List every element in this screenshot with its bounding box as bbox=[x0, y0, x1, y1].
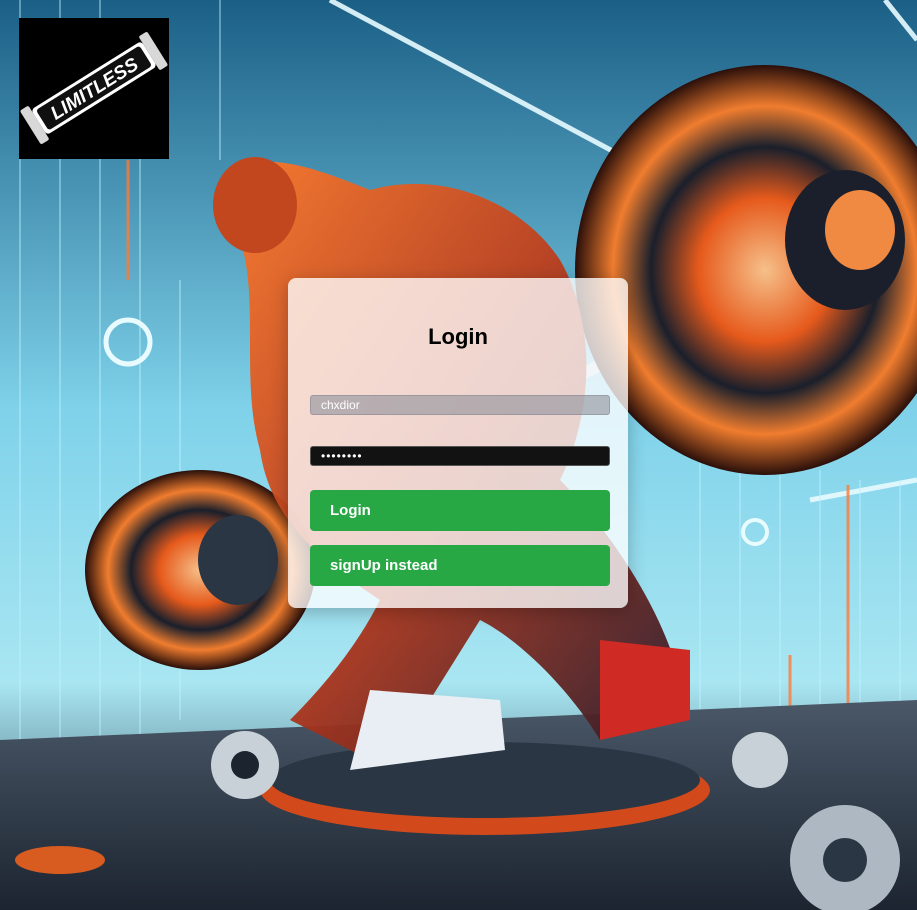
dumbbell-icon: LIMITLESS bbox=[20, 32, 168, 144]
password-input[interactable] bbox=[310, 446, 610, 466]
limitless-logo: LIMITLESS bbox=[19, 18, 169, 159]
login-card: Login Login signUp instead bbox=[288, 278, 628, 608]
username-input[interactable] bbox=[310, 395, 610, 415]
signup-instead-button[interactable]: signUp instead bbox=[310, 545, 610, 586]
login-page: LIMITLESS Login Login signUp instead bbox=[0, 0, 917, 910]
login-button[interactable]: Login bbox=[310, 490, 610, 531]
login-title: Login bbox=[428, 324, 488, 349]
svg-text:LIMITLESS: LIMITLESS bbox=[47, 54, 143, 125]
